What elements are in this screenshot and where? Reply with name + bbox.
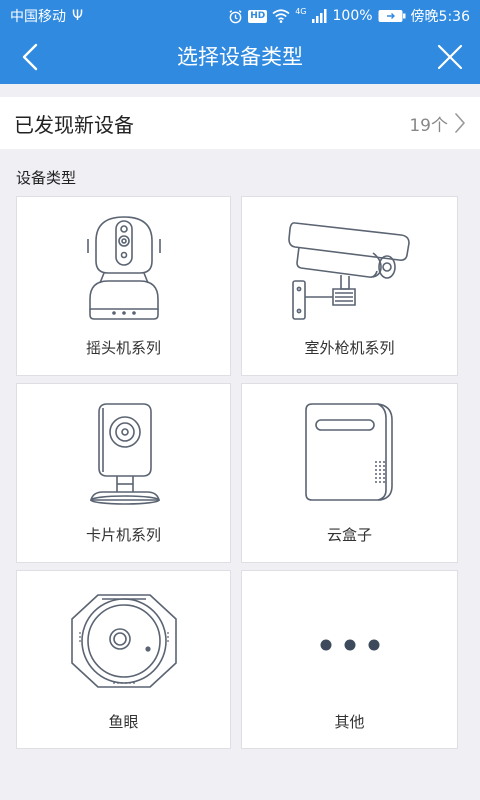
wifi-icon bbox=[272, 9, 290, 23]
chevron-right-icon bbox=[455, 113, 465, 133]
usb-icon: Ψ bbox=[72, 8, 84, 24]
device-type-label: 云盒子 bbox=[326, 526, 372, 544]
device-type-label: 室外枪机系列 bbox=[304, 339, 395, 357]
status-bar: 中国移动 Ψ HD 4G 100% 傍晚5:36 bbox=[0, 0, 480, 30]
section-label-device-type: 设备类型 bbox=[16, 169, 77, 187]
discovered-devices-count-group: 19个 bbox=[409, 111, 466, 136]
device-type-fisheye[interactable]: 鱼眼 bbox=[16, 570, 231, 749]
device-type-card[interactable]: 卡片机系列 bbox=[16, 383, 231, 563]
bullet-camera-icon bbox=[287, 222, 410, 320]
discovered-devices-row[interactable]: 已发现新设备 19个 bbox=[0, 97, 480, 149]
cloud-box-icon bbox=[304, 403, 393, 501]
device-type-grid: 摇头机系列 室外枪机系列 卡片机系列 云盒子 鱼眼 其他 bbox=[16, 196, 458, 749]
device-type-cloud-box[interactable]: 云盒子 bbox=[241, 383, 458, 563]
more-icon bbox=[320, 639, 379, 651]
app-header: 中国移动 Ψ HD 4G 100% 傍晚5:36 选择设备类型 bbox=[0, 0, 480, 84]
hd-icon: HD bbox=[248, 9, 268, 23]
clock-time: 傍晚5:36 bbox=[410, 9, 470, 25]
alarm-icon bbox=[228, 9, 243, 24]
close-button[interactable] bbox=[430, 37, 470, 77]
discovered-devices-title: 已发现新设备 bbox=[14, 112, 134, 137]
status-left: 中国移动 Ψ bbox=[10, 6, 83, 26]
device-type-other[interactable]: 其他 bbox=[241, 570, 458, 749]
battery-icon bbox=[378, 9, 406, 23]
fisheye-camera-icon bbox=[70, 594, 177, 688]
page-title: 选择设备类型 bbox=[177, 45, 303, 69]
carrier-name: 中国移动 bbox=[10, 9, 66, 25]
status-right: HD 4G 100% 傍晚5:36 bbox=[228, 6, 470, 26]
close-icon bbox=[437, 44, 463, 70]
signal-icon bbox=[311, 9, 328, 23]
chevron-left-icon bbox=[22, 43, 38, 71]
network-type: 4G bbox=[295, 7, 307, 16]
nav-bar: 选择设备类型 bbox=[0, 30, 480, 84]
card-camera-icon bbox=[89, 403, 160, 505]
back-button[interactable] bbox=[10, 37, 50, 77]
device-type-label: 摇头机系列 bbox=[85, 339, 161, 357]
pan-tilt-camera-icon bbox=[86, 216, 161, 320]
device-type-label: 卡片机系列 bbox=[85, 526, 161, 544]
device-type-label: 鱼眼 bbox=[108, 713, 139, 731]
battery-percent: 100% bbox=[332, 8, 373, 24]
discovered-devices-count: 19个 bbox=[409, 115, 448, 136]
device-type-bullet[interactable]: 室外枪机系列 bbox=[241, 196, 458, 376]
device-type-pan-tilt[interactable]: 摇头机系列 bbox=[16, 196, 231, 376]
device-type-label: 其他 bbox=[334, 713, 365, 731]
